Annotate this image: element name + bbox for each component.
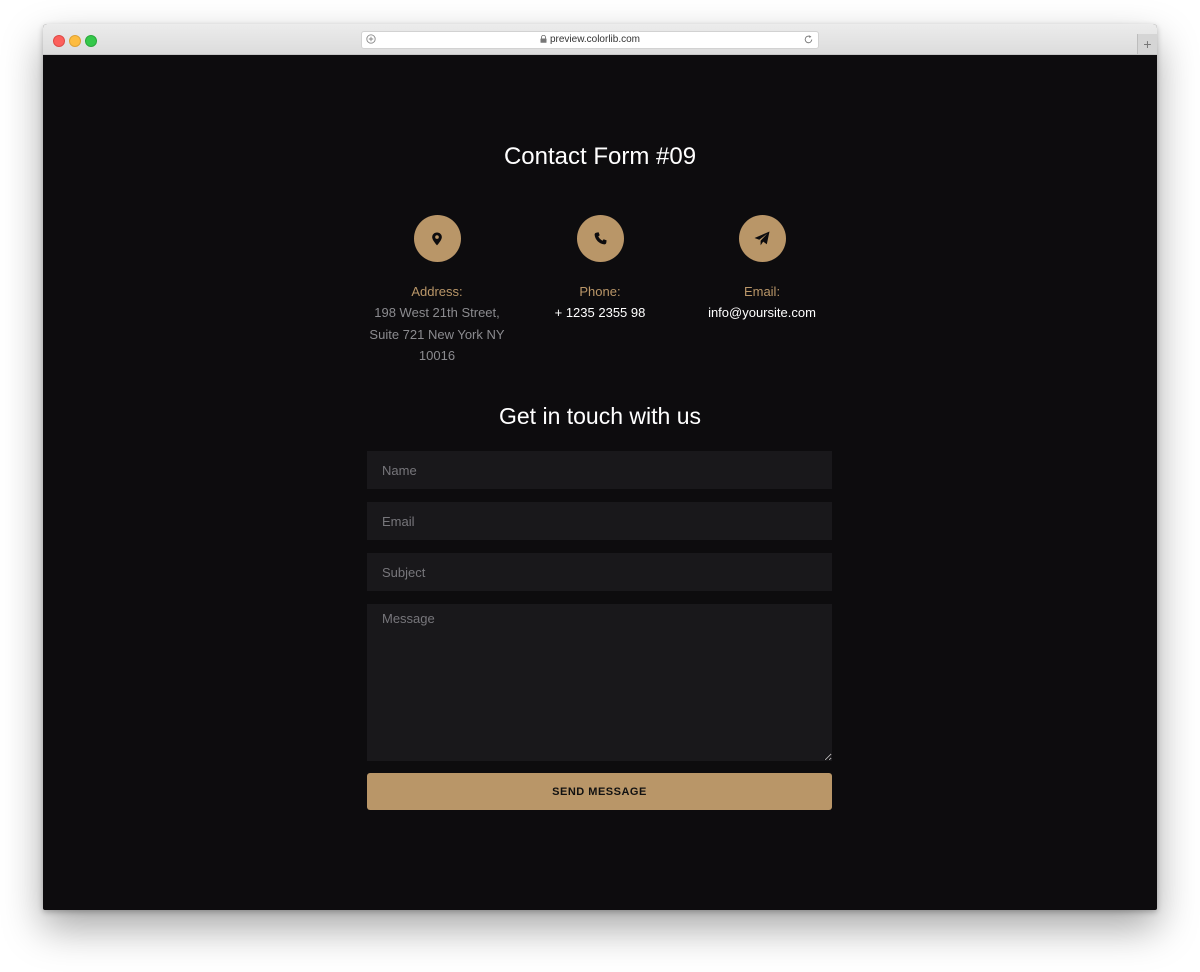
address-line-1: 198 West 21th Street, [374, 305, 500, 320]
page-content: Contact Form #09 Address: 198 West 21th … [43, 55, 1157, 910]
browser-titlebar: preview.colorlib.com + [43, 24, 1157, 55]
phone-value[interactable]: + 1235 2355 98 [530, 302, 670, 324]
send-message-button[interactable]: SEND MESSAGE [367, 773, 832, 810]
phone-icon [594, 232, 607, 245]
name-input[interactable] [367, 451, 832, 489]
form-heading: Get in touch with us [499, 403, 701, 429]
reload-icon[interactable] [803, 34, 814, 45]
address-line-2: Suite 721 New York NY [369, 326, 505, 342]
zoom-window-button[interactable] [85, 35, 97, 47]
email-label: Email: [743, 284, 781, 299]
email-value[interactable]: info@yoursite.com [692, 302, 832, 324]
address-label: Address: [411, 284, 463, 299]
phone-label: Phone: [579, 284, 621, 299]
address-line-3: 10016 [418, 348, 456, 363]
paper-plane-icon [754, 231, 770, 246]
subject-input[interactable] [367, 553, 832, 591]
address-icon-badge [413, 215, 461, 262]
lock-icon [540, 35, 547, 43]
browser-window: preview.colorlib.com + Contact Form #09 … [43, 24, 1157, 910]
new-tab-button[interactable]: + [1137, 34, 1157, 54]
email-info: Email: info@yoursite.com [692, 215, 832, 324]
close-window-button[interactable] [53, 35, 65, 47]
url-text: preview.colorlib.com [549, 34, 641, 45]
page-settings-icon[interactable] [366, 34, 376, 44]
phone-icon-badge [576, 215, 624, 262]
message-textarea[interactable] [367, 604, 832, 761]
address-info: Address: 198 West 21th Street, Suite 721… [367, 215, 507, 367]
minimize-window-button[interactable] [69, 35, 81, 47]
map-pin-icon [432, 232, 442, 245]
phone-info: Phone: + 1235 2355 98 [530, 215, 670, 324]
email-input[interactable] [367, 502, 832, 540]
page-title: Contact Form #09 [503, 143, 697, 170]
email-icon-badge [738, 215, 786, 262]
address-bar[interactable]: preview.colorlib.com [361, 31, 819, 49]
